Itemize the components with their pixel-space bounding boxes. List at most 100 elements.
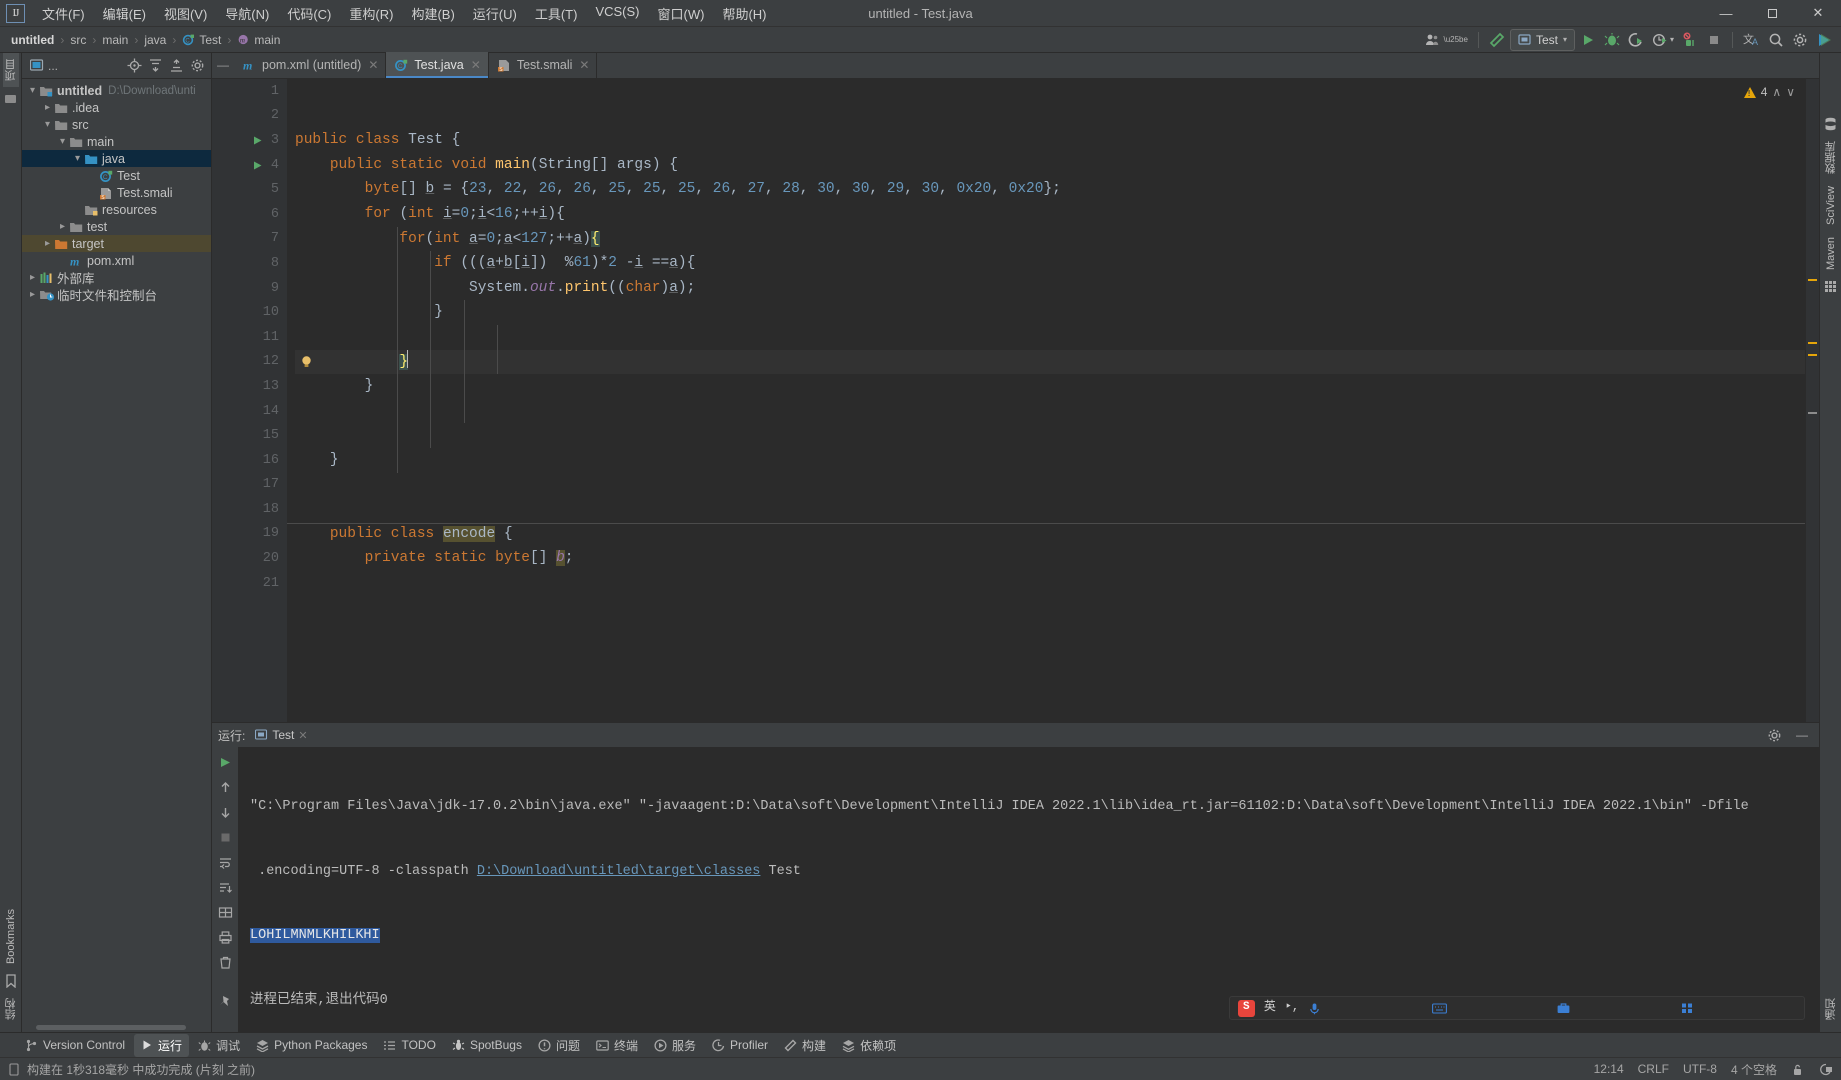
editor-tab-Test.java[interactable]: CTest.java✕ (386, 52, 488, 78)
code-line-11[interactable] (295, 325, 1805, 350)
inspection-prev-button[interactable]: ∧ (1772, 85, 1781, 99)
editor-tab-pom.xml[interactable]: mpom.xml (untitled)✕ (234, 52, 386, 78)
code-line-2[interactable] (295, 104, 1805, 129)
run-coverage-icon[interactable] (1625, 29, 1647, 51)
code-line-9[interactable]: System.out.print((char)a); (295, 276, 1805, 301)
gutter-line-5[interactable]: 5 (212, 177, 287, 202)
chevron-right-icon[interactable]: ▸ (26, 289, 39, 300)
menu-icon[interactable] (1681, 959, 1796, 1032)
project-tree[interactable]: ▾untitledD:\Download\unti▸.idea▾src▾main… (22, 79, 211, 1023)
caret-position[interactable]: 12:14 (1594, 1062, 1624, 1076)
profile-icon[interactable]: ▾ (1649, 29, 1677, 51)
people-icon[interactable]: \u25be (1422, 29, 1470, 51)
gutter-line-16[interactable]: 16 (212, 448, 287, 473)
rail-project-button[interactable]: 项目 (3, 53, 19, 87)
gutter-line-17[interactable]: 17 (212, 473, 287, 498)
breadcrumb-item-Test[interactable]: CTest (179, 32, 224, 48)
rail-structure-button[interactable]: 结构 (3, 992, 19, 1026)
grid-icon[interactable] (1820, 276, 1841, 298)
tool-window-button-问题[interactable]: 问题 (531, 1034, 587, 1057)
scroll-up-icon[interactable] (214, 776, 236, 798)
editor-tab-close-icon[interactable]: ✕ (579, 58, 589, 72)
commit-icon[interactable] (0, 87, 22, 109)
tree-node-java[interactable]: ▾java (22, 150, 211, 167)
console-output[interactable]: "C:\Program Files\Java\jdk-17.0.2\bin\ja… (238, 747, 1819, 1032)
chevron-right-icon[interactable]: ▸ (26, 272, 39, 283)
collapse-all-icon[interactable] (166, 56, 186, 76)
gutter-line-8[interactable]: 8 (212, 251, 287, 276)
menu-item-7[interactable]: 运行(U) (464, 0, 526, 27)
rail-maven-button[interactable]: Maven (1825, 231, 1837, 276)
run-configuration-selector[interactable]: Test ▾ (1510, 29, 1575, 51)
tree-node-target[interactable]: ▸target (22, 235, 211, 252)
toolbox-icon[interactable] (1557, 959, 1672, 1032)
code-line-3[interactable]: public class Test { (295, 128, 1805, 153)
chevron-right-icon[interactable]: ▸ (41, 102, 54, 113)
error-stripe[interactable] (1805, 79, 1819, 722)
code-line-14[interactable] (295, 399, 1805, 424)
menu-item-8[interactable]: 工具(T) (526, 0, 587, 27)
run-icon[interactable] (1577, 29, 1599, 51)
code-line-10[interactable]: } (295, 300, 1805, 325)
chevron-right-icon[interactable]: ▸ (41, 238, 54, 249)
editor-tab-close-icon[interactable]: ✕ (368, 58, 378, 72)
maximize-button[interactable] (1749, 0, 1795, 27)
run-gutter-icon[interactable] (252, 160, 263, 171)
gutter-line-9[interactable]: 9 (212, 276, 287, 301)
ide-feature-icon[interactable] (1813, 29, 1835, 51)
menu-item-6[interactable]: 构建(B) (402, 0, 463, 27)
inspection-next-button[interactable]: ∨ (1786, 85, 1795, 99)
gutter-line-10[interactable]: 10 (212, 300, 287, 325)
gutter-line-3[interactable]: 3 (212, 128, 287, 153)
tool-window-button-Version Control[interactable]: Version Control (18, 1035, 132, 1055)
tool-window-button-调试[interactable]: 调试 (191, 1034, 247, 1057)
translate-icon[interactable]: 文A (1740, 29, 1763, 51)
breadcrumb-item-main[interactable]: main (99, 32, 131, 48)
database-icon[interactable] (1820, 113, 1841, 135)
code-line-6[interactable]: for (int i=0;i<16;++i){ (295, 202, 1805, 227)
tree-node-临时文件和控制台[interactable]: ▸临时文件和控制台 (22, 286, 211, 303)
gutter-line-15[interactable]: 15 (212, 423, 287, 448)
sogou-logo-icon[interactable]: S (1238, 1000, 1255, 1017)
code-line-21[interactable] (295, 571, 1805, 596)
tool-window-button-TODO[interactable]: TODO (376, 1035, 442, 1055)
code-line-20[interactable]: private static byte[] b; (295, 546, 1805, 571)
tool-window-button-服务[interactable]: 服务 (647, 1034, 703, 1057)
chevron-down-icon[interactable]: ▾ (26, 85, 39, 96)
bookmark-icon[interactable] (0, 970, 22, 992)
code-line-15[interactable] (295, 423, 1805, 448)
gutter-line-13[interactable]: 13 (212, 374, 287, 399)
clear-all-icon[interactable] (214, 951, 236, 973)
menu-item-10[interactable]: 窗口(W) (649, 0, 714, 27)
project-view-selector-icon[interactable]: ... (26, 57, 62, 75)
code-line-19[interactable]: public class encode { (295, 522, 1805, 547)
gutter-line-12[interactable]: 12 (212, 350, 287, 375)
rail-notifications-button[interactable]: 通知 (1823, 992, 1839, 1026)
rerun-icon[interactable] (214, 751, 236, 773)
code-line-17[interactable] (295, 473, 1805, 498)
menu-item-5[interactable]: 重构(R) (340, 0, 402, 27)
memory-icon[interactable] (1818, 1063, 1833, 1076)
settings-gear-icon[interactable] (1789, 29, 1811, 51)
tree-node-Test[interactable]: CTest (22, 167, 211, 184)
classpath-link[interactable]: D:\Download\untitled\target\classes (477, 864, 761, 879)
code-line-5[interactable]: byte[] b = {23, 22, 26, 26, 25, 25, 25, … (295, 177, 1805, 202)
gutter-line-1[interactable]: 1 (212, 79, 287, 104)
code-line-12[interactable]: } (295, 350, 1805, 375)
console-view-icon[interactable] (214, 901, 236, 923)
tree-node-main[interactable]: ▾main (22, 133, 211, 150)
menu-item-0[interactable]: 文件(F) (33, 0, 94, 27)
intention-bulb-icon[interactable] (300, 355, 313, 369)
run-window-hide-button[interactable]: — (1791, 724, 1813, 746)
sort-icon[interactable] (214, 876, 236, 898)
expand-all-icon[interactable] (145, 56, 165, 76)
code-line-18[interactable] (295, 497, 1805, 522)
soft-wrap-icon[interactable] (214, 851, 236, 873)
tree-node-src[interactable]: ▾src (22, 116, 211, 133)
chevron-down-icon[interactable]: ▾ (56, 136, 69, 147)
stop-icon[interactable] (1703, 29, 1725, 51)
close-button[interactable]: ✕ (1795, 0, 1841, 27)
menu-item-11[interactable]: 帮助(H) (713, 0, 775, 27)
rail-sciview-button[interactable]: SciView (1825, 180, 1837, 231)
gutter-line-20[interactable]: 20 (212, 546, 287, 571)
